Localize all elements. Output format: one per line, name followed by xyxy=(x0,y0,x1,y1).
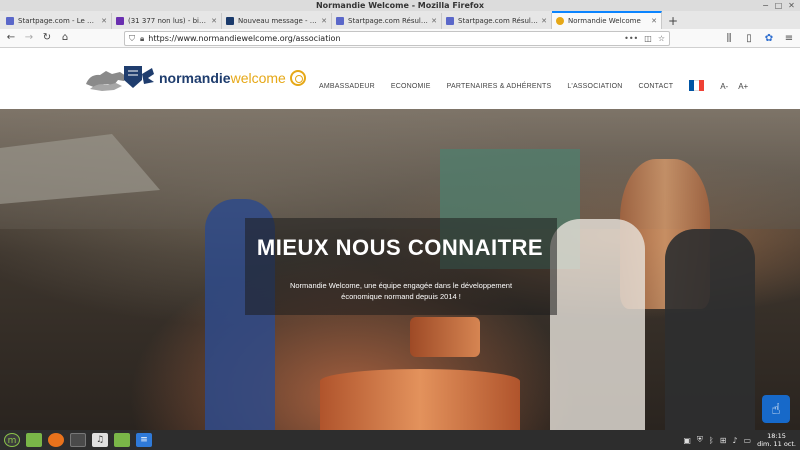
text-editor-icon[interactable]: ≡ xyxy=(136,433,152,447)
tab-label: (31 377 non lus) - bienvenu xyxy=(128,17,208,25)
hero-description: Normandie Welcome, une équipe engagée da… xyxy=(289,281,513,301)
tab-close-icon[interactable]: ✕ xyxy=(541,17,547,25)
site-header: normandiewelcome AMBASSADEUR ECONOMIE PA… xyxy=(0,48,800,109)
music-player-icon[interactable]: ♫ xyxy=(92,433,108,447)
back-icon[interactable]: ← xyxy=(4,31,18,45)
font-increase-button[interactable]: A+ xyxy=(738,82,748,91)
tab-label: Normandie Welcome xyxy=(568,17,641,25)
library-icon[interactable]: ⫼ xyxy=(722,32,736,46)
minimize-icon[interactable]: − xyxy=(761,1,770,10)
tab-close-icon[interactable]: ✕ xyxy=(651,17,657,25)
workspace-icon[interactable]: ▣ xyxy=(683,436,691,445)
network-icon[interactable]: ⊞ xyxy=(720,436,727,445)
lock-icon[interactable]: 🔒︎ xyxy=(140,34,144,44)
clock-time: 18:15 xyxy=(767,432,786,440)
volume-icon[interactable]: ♪ xyxy=(732,436,737,445)
hero-banner: MIEUX NOUS CONNAITRE Normandie Welcome, … xyxy=(0,109,800,430)
main-menu: AMBASSADEUR ECONOMIE PARTENAIRES & ADHÉR… xyxy=(319,80,758,91)
tab-normandie-welcome[interactable]: Normandie Welcome ✕ xyxy=(552,11,662,29)
menu-item-economie[interactable]: ECONOMIE xyxy=(391,83,431,90)
shield-icon[interactable]: ⛉ xyxy=(129,34,135,44)
logo-word-welcome: welcome xyxy=(230,70,286,86)
bookmark-star-icon[interactable]: ☆ xyxy=(658,34,665,43)
window-title: Normandie Welcome - Mozilla Firefox xyxy=(315,1,485,10)
firefox-taskbar-icon[interactable] xyxy=(48,433,64,447)
new-tab-icon[interactable]: + xyxy=(662,13,684,29)
web-page: normandiewelcome AMBASSADEUR ECONOMIE PA… xyxy=(0,48,800,430)
hero-photo-copper-basin xyxy=(410,317,480,357)
tab-close-icon[interactable]: ✕ xyxy=(431,17,437,25)
close-icon[interactable]: ✕ xyxy=(787,1,796,10)
normandy-lions-logo-icon xyxy=(86,66,154,91)
tab-label: Startpage.com Résultats d xyxy=(458,17,538,25)
hero-title: MIEUX NOUS CONNAITRE xyxy=(256,235,544,260)
tab-startpage-3[interactable]: Startpage.com Résultats d ✕ xyxy=(442,13,552,29)
reload-icon[interactable]: ↻ xyxy=(40,31,54,45)
site-logo[interactable]: normandiewelcome xyxy=(84,62,306,94)
maximize-icon[interactable]: □ xyxy=(774,1,783,10)
navigation-bar: ← → ↻ ⌂ ⛉ 🔒︎ https://www.normandiewelcom… xyxy=(0,29,800,48)
startpage-favicon-icon xyxy=(446,17,454,25)
battery-icon[interactable]: ▭ xyxy=(744,436,752,445)
files-folder-icon[interactable] xyxy=(26,433,42,447)
folder-icon[interactable] xyxy=(114,433,130,447)
home-icon[interactable]: ⌂ xyxy=(58,31,72,45)
accessibility-button[interactable]: ☝ xyxy=(762,395,790,423)
hero-photo-copper-pot xyxy=(320,369,520,430)
tab-startpage-1[interactable]: Startpage.com - Le moteur ✕ xyxy=(2,13,112,29)
page-actions-icon[interactable]: ••• xyxy=(624,34,638,43)
menu-item-contact[interactable]: CONTACT xyxy=(638,83,673,90)
bluetooth-icon[interactable]: ᛒ xyxy=(709,436,714,445)
menu-item-ambassadeur[interactable]: AMBASSADEUR xyxy=(319,83,375,90)
tab-mail[interactable]: (31 377 non lus) - bienvenu ✕ xyxy=(112,13,222,29)
url-bar[interactable]: ⛉ 🔒︎ https://www.normandiewelcome.org/as… xyxy=(124,31,670,46)
font-decrease-button[interactable]: A- xyxy=(720,82,728,91)
logo-word-normandie: normandie xyxy=(159,70,231,86)
system-tray: ▣ ⛨ ᛒ ⊞ ♪ ▭ 18:15 dim. 11 oct. xyxy=(683,432,796,448)
tab-label: Nouveau message - Canal B xyxy=(238,17,319,25)
tab-label: Startpage.com Résultats d xyxy=(348,17,428,25)
url-text[interactable]: https://www.normandiewelcome.org/associa… xyxy=(148,34,624,43)
forward-icon[interactable]: → xyxy=(22,31,36,45)
normandie-favicon-icon xyxy=(556,17,564,25)
welcome-badge-icon xyxy=(289,70,306,86)
tab-canal[interactable]: Nouveau message - Canal B ✕ xyxy=(222,13,332,29)
update-shield-icon[interactable]: ⛨ xyxy=(697,435,703,445)
french-flag-icon[interactable] xyxy=(689,80,705,91)
mail-favicon-icon xyxy=(116,17,124,25)
sidebar-icon[interactable]: ▯ xyxy=(742,32,756,46)
accessibility-hand-icon: ☝ xyxy=(771,400,781,418)
tab-startpage-2[interactable]: Startpage.com Résultats d ✕ xyxy=(332,13,442,29)
taskbar: m ♫ ≡ ▣ ⛨ ᛒ ⊞ ♪ ▭ 18:15 dim. 11 oct. xyxy=(0,430,800,450)
menu-item-association[interactable]: L'ASSOCIATION xyxy=(567,83,622,90)
pocket-icon[interactable]: ◫ xyxy=(644,34,652,43)
menu-icon[interactable]: ≡ xyxy=(782,32,796,46)
window-titlebar: Normandie Welcome - Mozilla Firefox − □ … xyxy=(0,0,800,11)
tab-label: Startpage.com - Le moteur xyxy=(18,17,99,25)
tab-close-icon[interactable]: ✕ xyxy=(321,17,327,25)
tab-bar: Startpage.com - Le moteur ✕ (31 377 non … xyxy=(0,11,800,29)
extension-icon[interactable]: ✿ xyxy=(762,32,776,46)
tab-close-icon[interactable]: ✕ xyxy=(211,17,217,25)
startpage-favicon-icon xyxy=(336,17,344,25)
clock-date: dim. 11 oct. xyxy=(757,440,796,448)
mint-menu-icon[interactable]: m xyxy=(4,433,20,447)
clock[interactable]: 18:15 dim. 11 oct. xyxy=(757,432,796,448)
canal-favicon-icon xyxy=(226,17,234,25)
menu-item-partenaires[interactable]: PARTENAIRES & ADHÉRENTS xyxy=(447,83,552,90)
startpage-favicon-icon xyxy=(6,17,14,25)
tab-close-icon[interactable]: ✕ xyxy=(101,17,107,25)
terminal-icon[interactable] xyxy=(70,433,86,447)
logo-text: normandiewelcome xyxy=(159,70,286,86)
